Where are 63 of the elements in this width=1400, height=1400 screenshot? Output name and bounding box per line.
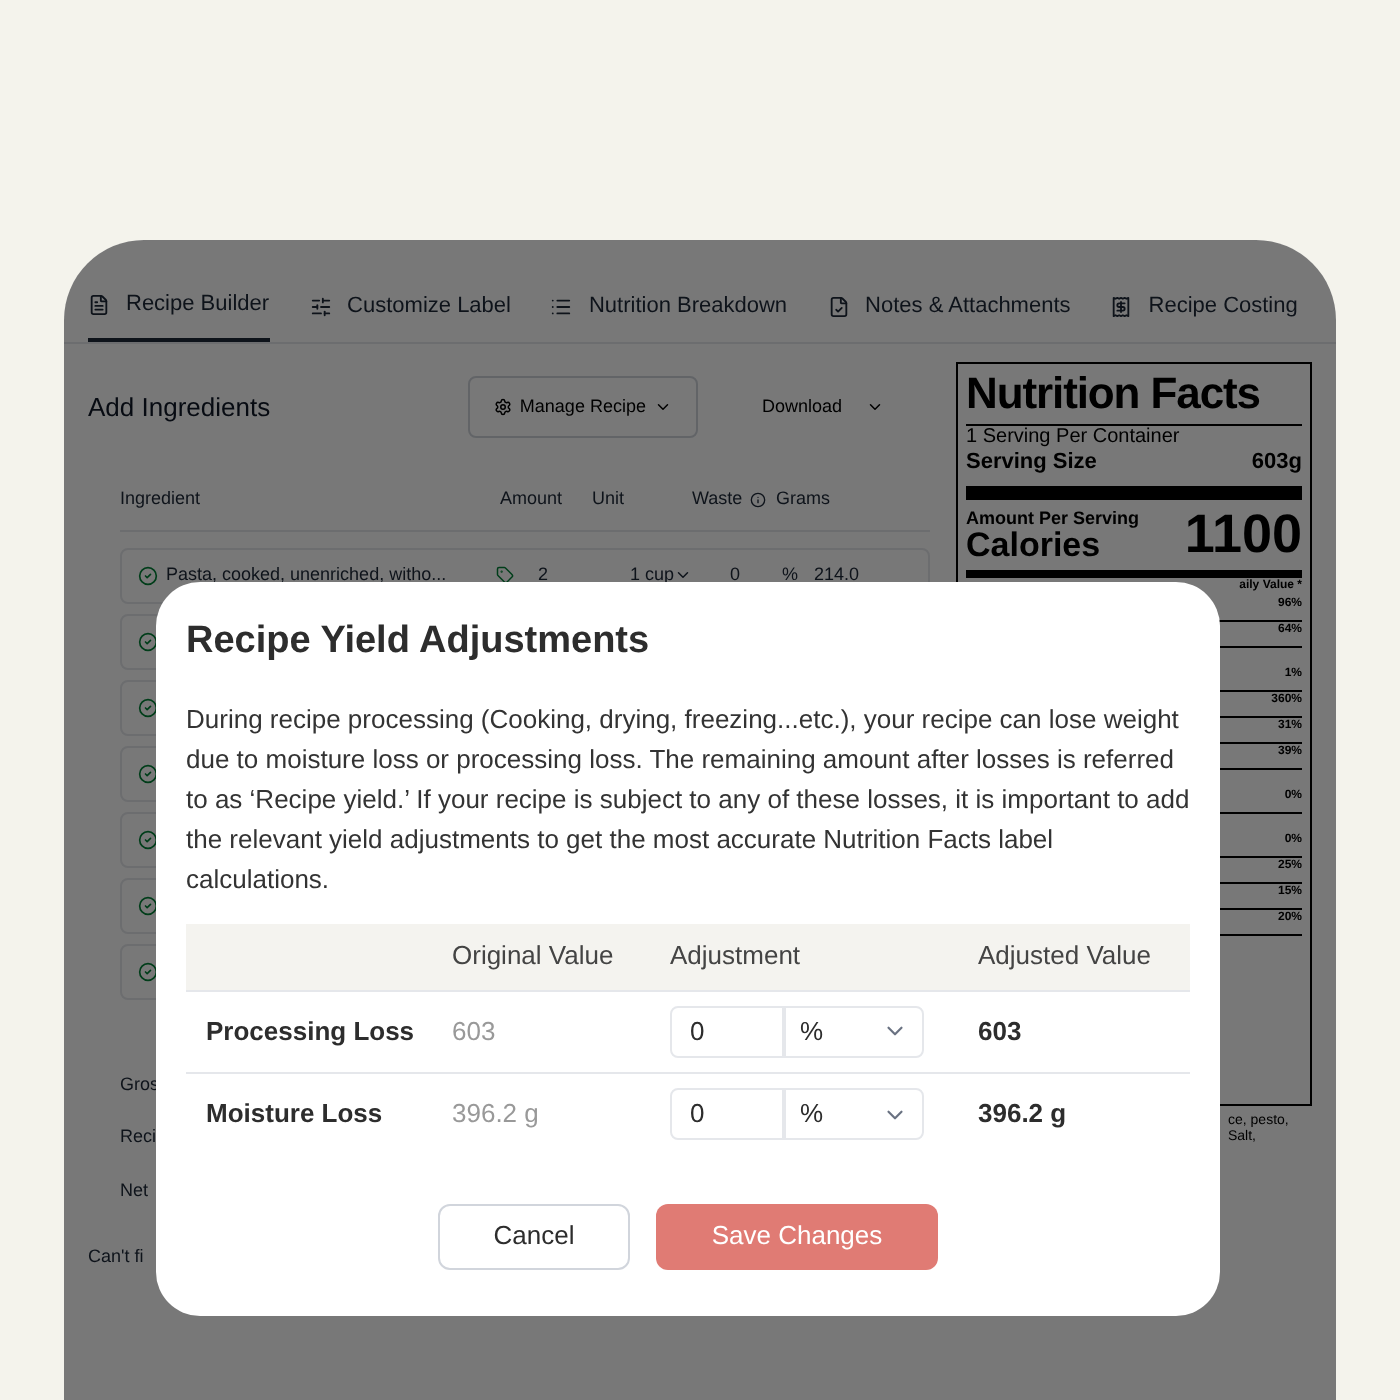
waste-field[interactable]: 0 % xyxy=(730,561,814,589)
servings-text: 1 Serving Per Container xyxy=(966,425,1182,450)
check-icon xyxy=(138,631,158,651)
row-label: Processing Loss xyxy=(204,1013,417,1050)
info-icon xyxy=(750,491,767,508)
unit-select[interactable]: % xyxy=(784,1088,924,1140)
calories-value: 1100 xyxy=(1184,507,1302,562)
original-value: 396.2 g xyxy=(452,1096,541,1133)
save-changes-button[interactable]: Save Changes xyxy=(656,1203,938,1269)
tab-icon xyxy=(1110,295,1133,318)
tab-icon xyxy=(309,295,332,318)
column-header: Unit xyxy=(592,486,627,512)
serving-size-label: Serving Size xyxy=(966,450,1097,478)
column-header: Ingredient xyxy=(120,486,203,512)
check-icon xyxy=(138,697,158,717)
ingredient-name: Pasta, cooked, unenriched, witho... xyxy=(166,561,449,588)
tab[interactable]: Notes & Attachments xyxy=(827,288,1071,341)
tab[interactable]: Recipe Builder xyxy=(88,288,270,341)
manage-recipe-button[interactable]: Manage Recipe xyxy=(467,375,698,438)
column-header: Original Value xyxy=(452,938,616,975)
summary-label: Net xyxy=(120,1177,151,1203)
download-button[interactable]: Download xyxy=(713,377,932,436)
waste-value: 0 xyxy=(730,561,741,588)
tab-icon xyxy=(827,295,850,318)
unit-label: % xyxy=(781,561,798,588)
tab[interactable]: Recipe Costing xyxy=(1110,288,1298,341)
column-header: Adjusted Value xyxy=(978,938,1151,975)
check-icon xyxy=(138,895,158,915)
grams-value: 214.0 xyxy=(814,561,860,588)
dialog-title: Recipe Yield Adjustments xyxy=(186,618,652,666)
amount-field[interactable]: 2 xyxy=(538,561,630,589)
unit-select[interactable]: 1 cup xyxy=(630,561,730,589)
cancel-button[interactable]: Cancel xyxy=(438,1203,630,1269)
column-header: Waste xyxy=(692,486,776,513)
original-value: 603 xyxy=(452,1013,498,1050)
adjusted-value: 396.2 g xyxy=(978,1096,1067,1133)
check-icon xyxy=(138,829,158,849)
unit-select[interactable]: % xyxy=(784,1005,924,1057)
dialog-description: During recipe processing (Cooking, drying, freezing...etc.), your recipe can lose weight due to moisture loss or processing loss. The remaining amount after losses is referred to as ‘Recipe yield.’ If your recipe is subject to any of these losses, it is important to add the relevant yield adjustments to get the most accurate Nutrition Facts label calculations. xyxy=(186,701,1190,897)
caret-icon xyxy=(674,566,693,584)
adjustment-field[interactable]: 0 xyxy=(670,1005,784,1057)
section-title: Add Ingredients xyxy=(88,389,273,426)
label-title: Nutrition Facts xyxy=(966,371,1262,415)
tag-icon xyxy=(496,566,514,584)
check-icon xyxy=(138,961,158,981)
tab-icon xyxy=(88,293,110,316)
row-label: Moisture Loss xyxy=(204,1096,385,1133)
tab[interactable]: Customize Label xyxy=(309,288,511,341)
tab[interactable]: Nutrition Breakdown xyxy=(550,288,788,341)
summary-label: Reci xyxy=(120,1124,159,1150)
adjusted-value: 603 xyxy=(978,1013,1022,1050)
adjustment-field[interactable]: 0 xyxy=(670,1088,784,1140)
column-header: Adjustment xyxy=(670,938,803,975)
check-icon xyxy=(138,763,158,783)
amount-per-serving: Amount Per Serving xyxy=(966,509,1140,528)
calories-label: Calories xyxy=(966,527,1101,562)
column-header: Amount xyxy=(500,486,565,512)
tab-icon xyxy=(550,295,573,318)
check-icon xyxy=(138,565,158,585)
column-header: Grams xyxy=(776,486,832,512)
serving-size-value: 603g xyxy=(1251,450,1302,478)
help-text: Can't fi xyxy=(88,1244,146,1270)
settings-icon xyxy=(493,397,512,416)
